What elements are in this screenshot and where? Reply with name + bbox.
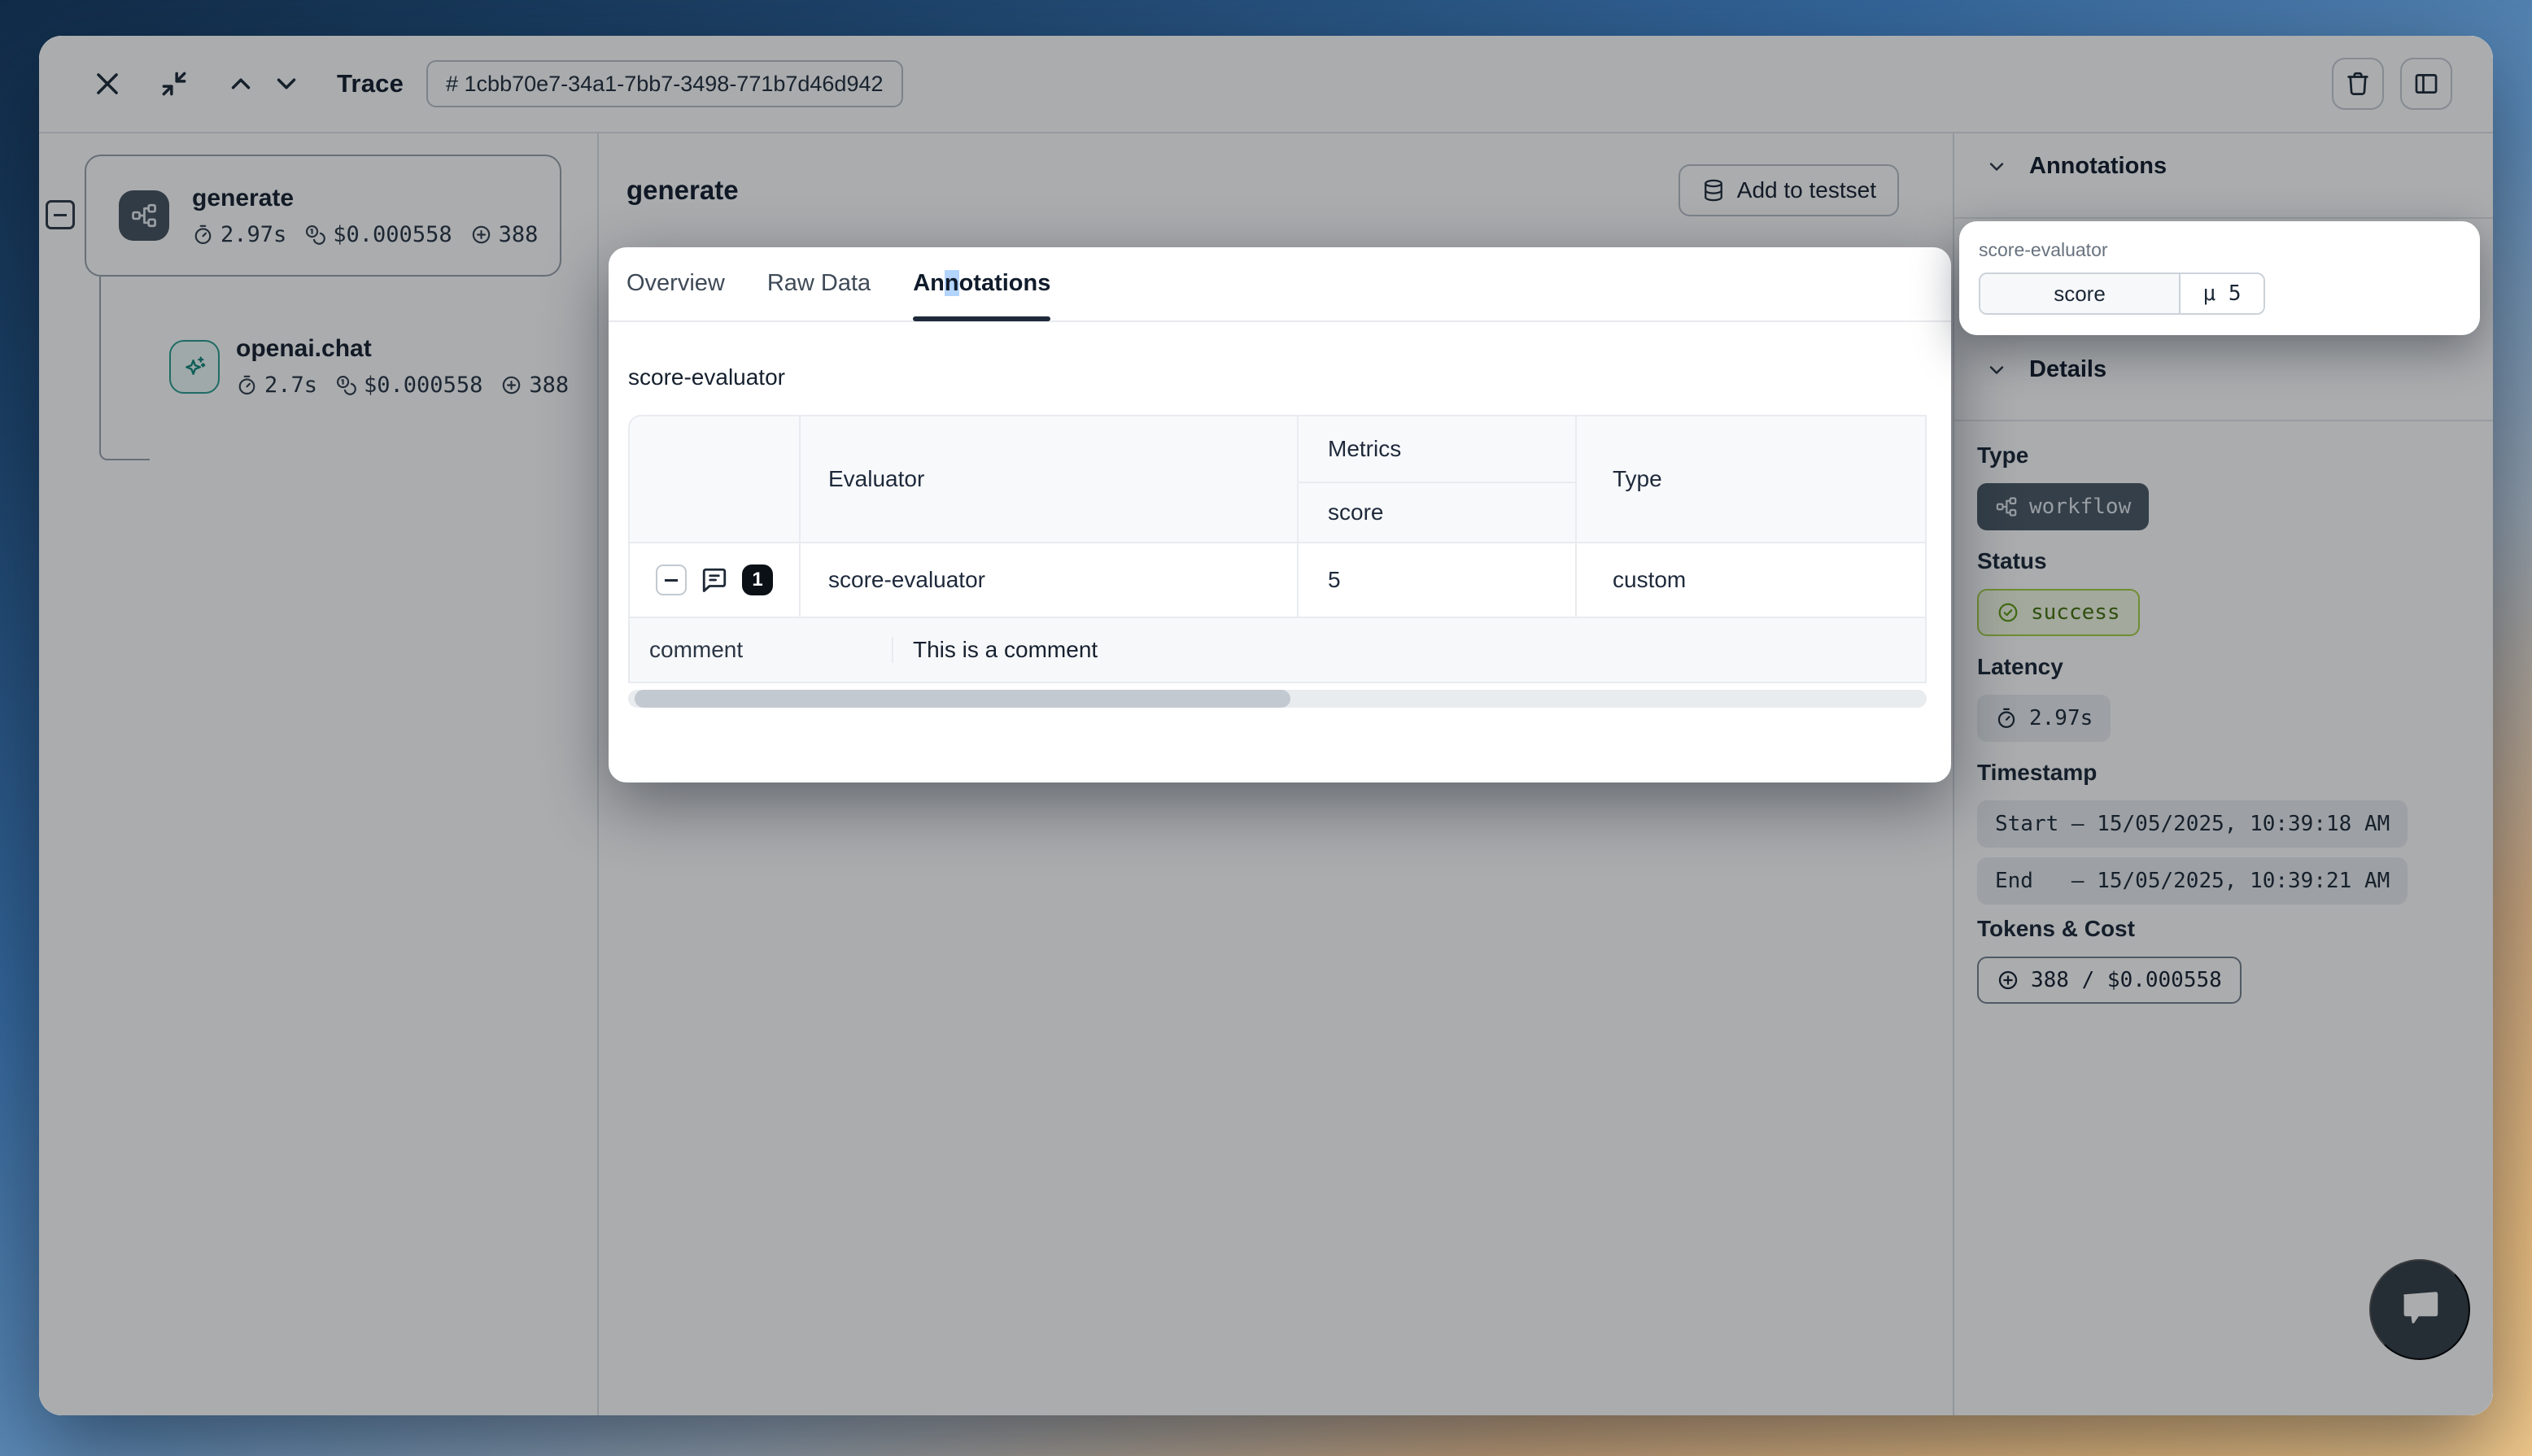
comment-row: comment This is a comment [630, 618, 1925, 682]
table-cell-score: 5 [1299, 543, 1577, 618]
score-evaluator-card: score-evaluator score μ 5 [1959, 221, 2480, 335]
tab-raw-data-label: Raw Data [767, 270, 871, 297]
tab-overview[interactable]: Overview [626, 247, 725, 320]
annotations-popover: Overview Raw Data Annotations score-eval… [609, 247, 1951, 782]
trace-modal: Trace # 1cbb70e7-34a1-7bb7-3498-771b7d46… [39, 36, 2493, 1415]
tab-overview-label: Overview [626, 270, 725, 297]
score-evaluator-card-label: score-evaluator [1979, 239, 2460, 261]
horizontal-scrollbar [628, 690, 1927, 708]
table-header-metrics: Metrics [1299, 416, 1577, 483]
table-header-metric-score: score [1299, 483, 1577, 543]
active-tab-underline [913, 316, 1050, 321]
evaluator-section-title: score-evaluator [628, 364, 1951, 390]
comment-count-badge: 1 [742, 565, 773, 595]
table-header-evaluator: Evaluator [801, 416, 1299, 543]
table-cell-evaluator[interactable]: score-evaluator [801, 543, 1299, 618]
table-header-controls [630, 416, 801, 543]
score-metric-field[interactable]: score [1980, 274, 2181, 313]
tab-raw-data[interactable]: Raw Data [767, 247, 871, 320]
comment-icon[interactable] [700, 565, 729, 595]
score-metric-pill: score μ 5 [1979, 272, 2265, 315]
scrollbar-thumb[interactable] [635, 690, 1290, 708]
collapse-row-button[interactable] [656, 565, 687, 595]
table-row-controls: 1 [630, 543, 801, 618]
text-selection-highlight: n [945, 270, 959, 296]
comment-text: This is a comment [893, 637, 1925, 663]
annotations-table: Evaluator Metrics score Type 1 score-eva… [628, 415, 1927, 683]
table-cell-type: custom [1577, 543, 1925, 618]
score-mean-badge: μ 5 [2181, 274, 2264, 313]
table-header-type: Type [1577, 416, 1925, 543]
span-tabs: Overview Raw Data Annotations [609, 247, 1951, 322]
tab-annotations[interactable]: Annotations [913, 247, 1050, 320]
comment-key: comment [630, 637, 893, 663]
tab-annotations-label: Annotations [913, 270, 1050, 297]
